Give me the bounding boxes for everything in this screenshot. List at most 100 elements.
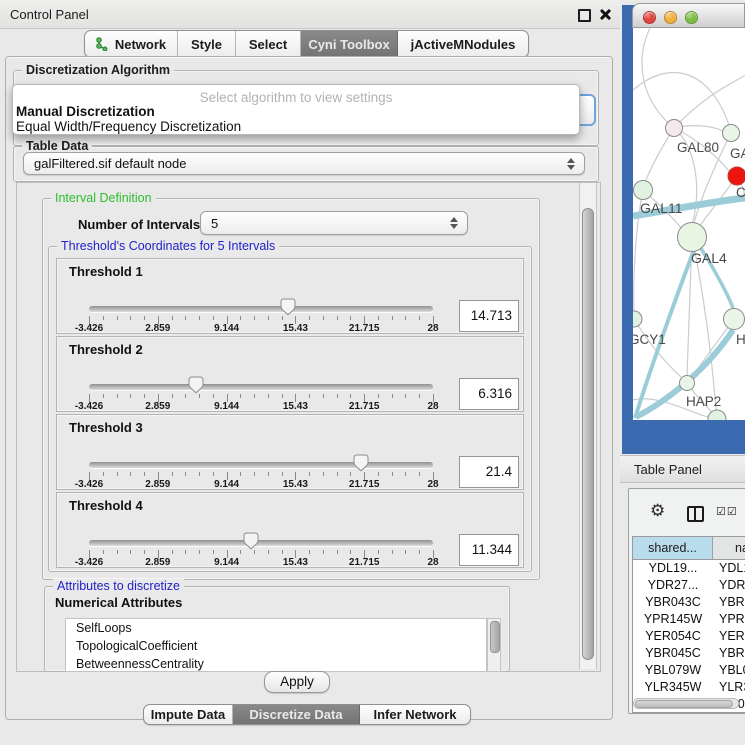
cell-shared-name: YBL079W	[633, 662, 713, 679]
cell-name: YBR0	[713, 594, 745, 611]
split-columns-icon[interactable]	[687, 506, 704, 522]
table-row[interactable]: YDR27...YDR2	[633, 577, 745, 594]
slider-thumb[interactable]	[243, 532, 259, 550]
threshold-panel: Threshold 3-3.4262.8599.14415.4321.71528…	[56, 414, 524, 490]
slider-thumb[interactable]	[188, 376, 204, 394]
tab-label: Discretize Data	[249, 707, 342, 722]
dropdown-option[interactable]: Equal Width/Frequency Discretization	[16, 119, 241, 134]
slider-track[interactable]	[89, 306, 433, 312]
network-icon	[96, 37, 109, 51]
network-node[interactable]	[666, 120, 683, 137]
panel-title: Control Panel	[10, 7, 89, 22]
close-icon[interactable]	[599, 8, 611, 20]
network-node[interactable]	[723, 125, 740, 142]
checkbox-columns-icon[interactable]: ☑☑	[716, 505, 738, 518]
close-traffic-light-icon[interactable]	[643, 11, 656, 24]
column-header-name[interactable]: name	[713, 537, 745, 559]
table-horizontal-scrollbar[interactable]	[633, 698, 739, 709]
interval-definition-title: Interval Definition	[51, 191, 156, 205]
table-data-combo-value: galFiltered.sif default node	[34, 156, 186, 171]
table-row[interactable]: YBR043CYBR0	[633, 594, 745, 611]
network-node[interactable]	[728, 167, 745, 185]
network-node[interactable]	[724, 309, 745, 330]
node-attribute-table[interactable]: shared...nameYDL19...YDL1YDR27...YDR2YBR…	[632, 536, 745, 713]
slider-track[interactable]	[89, 540, 433, 546]
combo-spinner-icon	[450, 217, 458, 229]
cell-name: YBL0	[713, 662, 745, 679]
threshold-value-field[interactable]: 21.4	[459, 456, 519, 488]
table-row[interactable]: YDL19...YDL1	[633, 560, 745, 577]
algorithm-dropdown-popup: Select algorithm to view settings Manual…	[12, 84, 580, 135]
network-canvas[interactable]: GAL80GACGAL11GAL4GCY1HHAP2	[633, 28, 745, 420]
hscrollbar-thumb[interactable]	[635, 700, 733, 708]
threshold-value-field[interactable]: 6.316	[459, 378, 519, 410]
threshold-value-field[interactable]: 11.344	[459, 534, 519, 566]
tab-jactivemnodules[interactable]: jActiveMNodules	[398, 31, 528, 57]
table-row[interactable]: YER054CYER0	[633, 628, 745, 645]
column-header-shared-name[interactable]: shared...	[633, 537, 713, 559]
network-node-label: H	[736, 332, 745, 347]
network-node-label: GAL80	[677, 140, 719, 155]
cell-shared-name: YPR145W	[633, 611, 713, 628]
network-edge[interactable]	[645, 128, 674, 182]
tab-infer-network[interactable]: Infer Network	[360, 705, 470, 724]
attribute-list-item[interactable]: BetweennessCentrality	[66, 655, 486, 672]
cell-shared-name: YLR345W	[633, 679, 713, 696]
network-node-label: HAP2	[686, 394, 721, 409]
attributes-list-scrollbar[interactable]	[487, 618, 501, 672]
tab-label: Infer Network	[373, 707, 456, 722]
slider-thumb[interactable]	[353, 454, 369, 472]
network-node[interactable]	[634, 181, 653, 200]
tab-impute-data[interactable]: Impute Data	[144, 705, 233, 724]
vertical-scrollbar[interactable]	[579, 183, 597, 669]
combo-spinner-icon	[567, 158, 575, 170]
network-edge[interactable]	[633, 72, 729, 125]
network-node[interactable]	[680, 376, 695, 391]
threshold-panel: Threshold 2-3.4262.8599.14415.4321.71528…	[56, 336, 524, 412]
dropdown-prompt: Select algorithm to view settings	[13, 90, 579, 105]
tab-cyni-toolbox[interactable]: Cyni Toolbox	[301, 31, 398, 57]
network-edge[interactable]	[674, 75, 745, 128]
table-data-combo[interactable]: galFiltered.sif default node	[23, 152, 585, 175]
table-row[interactable]: YPR145WYPR1	[633, 611, 745, 628]
tab-style[interactable]: Style	[178, 31, 236, 57]
apply-button[interactable]: Apply	[264, 671, 330, 693]
threshold-value-field[interactable]: 14.713	[459, 300, 519, 332]
number-of-intervals-combo[interactable]: 5	[200, 211, 468, 235]
number-of-intervals-label: Number of Intervals	[78, 217, 200, 232]
slider-thumb[interactable]	[280, 298, 296, 316]
tab-discretize-data[interactable]: Discretize Data	[233, 705, 360, 724]
numerical-attributes-list[interactable]: SelfLoopsTopologicalCoefficientBetweenne…	[65, 618, 487, 672]
network-node[interactable]	[678, 223, 707, 252]
table-row[interactable]: YLR345WYLR3	[633, 679, 745, 696]
attribute-list-item[interactable]: TopologicalCoefficient	[66, 637, 486, 655]
attributes-group-title: Attributes to discretize	[53, 579, 184, 593]
tab-select[interactable]: Select	[236, 31, 301, 57]
table-row[interactable]: YBR045CYBR0	[633, 645, 745, 662]
table-panel-title: Table Panel	[634, 462, 702, 477]
network-node-label: C	[736, 185, 745, 200]
numerical-attributes-label: Numerical Attributes	[55, 595, 182, 610]
dropdown-option[interactable]: Manual Discretization	[16, 104, 155, 119]
network-node-label: GA	[730, 146, 745, 161]
scrollbar-thumb[interactable]	[582, 208, 594, 660]
attributes-scrollbar-thumb[interactable]	[490, 621, 500, 653]
cell-name: YLR3	[713, 679, 745, 696]
network-edge[interactable]	[642, 28, 674, 128]
network-node[interactable]	[633, 311, 642, 327]
tab-network[interactable]: Network	[85, 31, 178, 57]
slider-track[interactable]	[89, 462, 433, 468]
zoom-traffic-light-icon[interactable]	[685, 11, 698, 24]
table-row[interactable]: YBL079WYBL0	[633, 662, 745, 679]
threshold-label: Threshold 1	[69, 264, 143, 279]
network-node-label: GCY1	[633, 332, 666, 347]
attribute-list-item[interactable]: SelfLoops	[66, 619, 486, 637]
network-window-titlebar[interactable]	[632, 3, 745, 28]
gear-icon[interactable]: ⚙	[650, 501, 665, 521]
number-of-intervals-value: 5	[211, 216, 218, 231]
slider-track[interactable]	[89, 384, 433, 390]
table-header-row: shared...name	[633, 537, 745, 560]
float-window-icon[interactable]	[578, 9, 591, 22]
minimize-traffic-light-icon[interactable]	[664, 11, 677, 24]
network-node-label: GAL11	[640, 200, 683, 216]
